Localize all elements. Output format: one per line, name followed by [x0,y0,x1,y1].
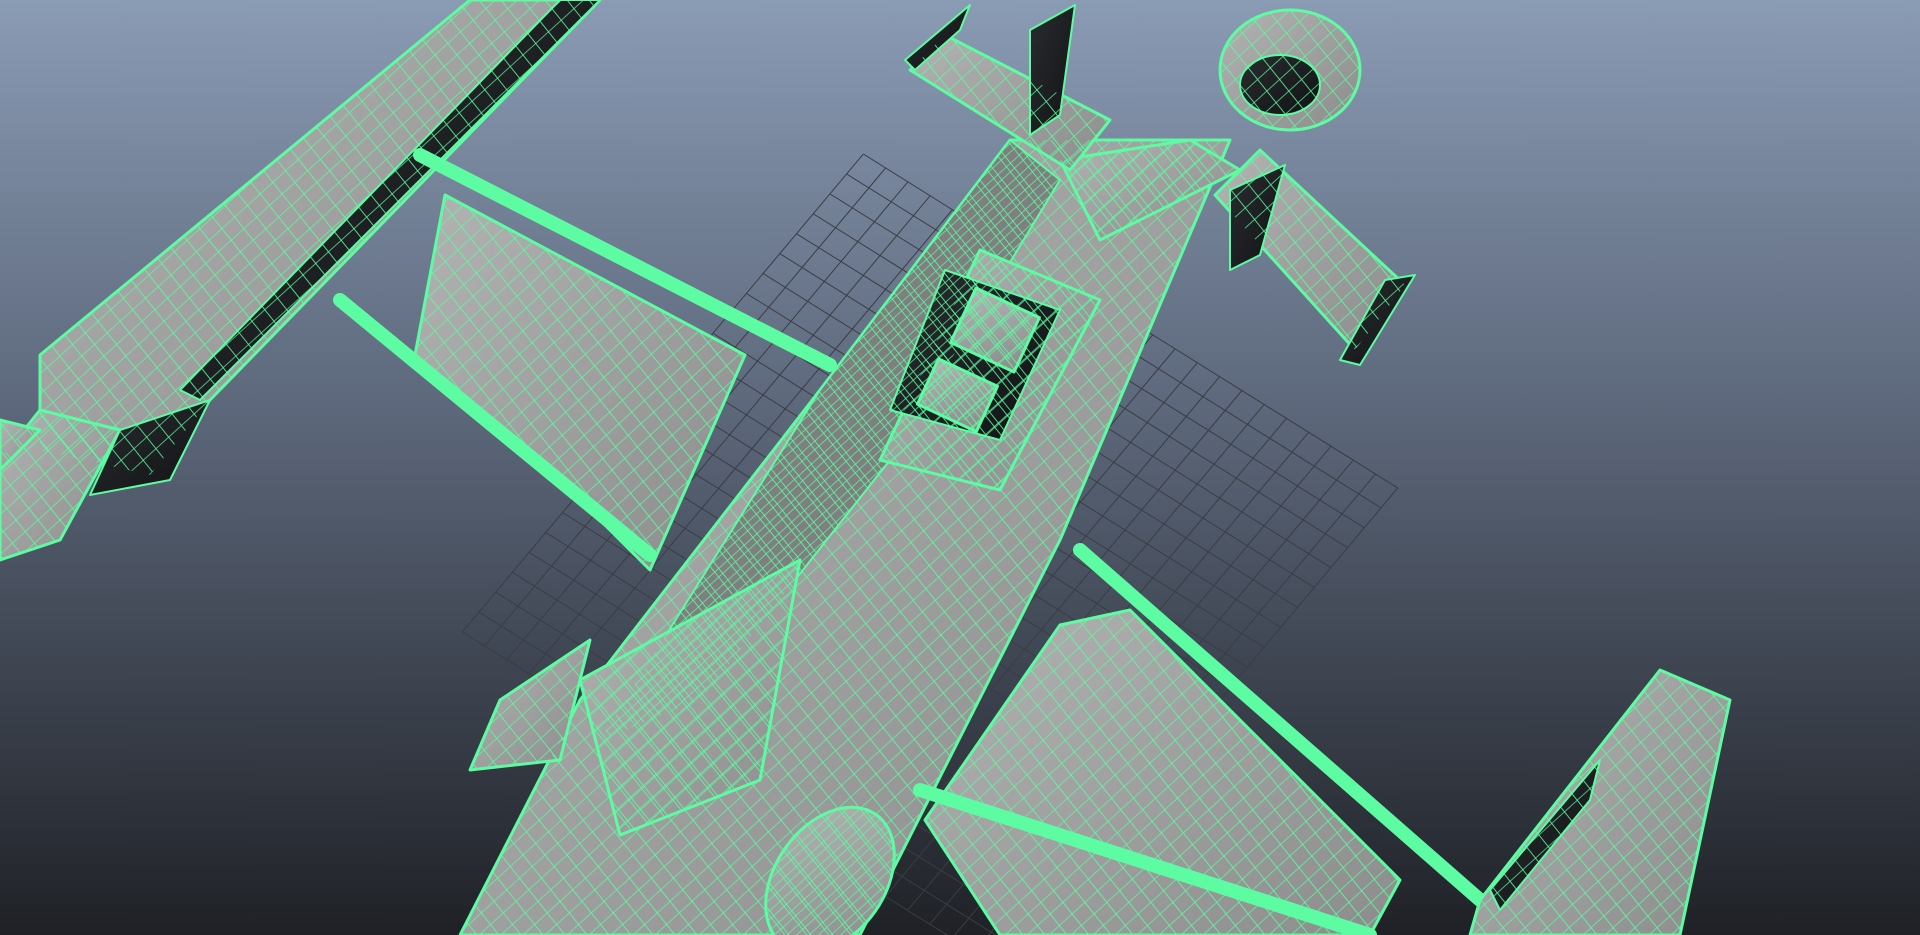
3d-viewport[interactable] [0,0,1920,935]
viewport-canvas[interactable] [0,0,1920,935]
